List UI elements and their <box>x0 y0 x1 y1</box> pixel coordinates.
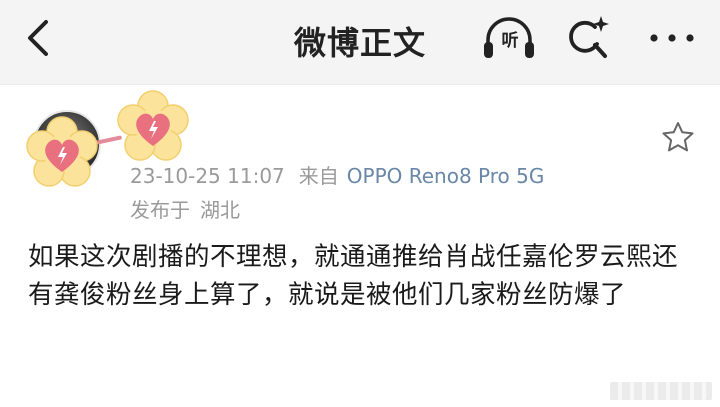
search-button[interactable] <box>565 14 611 62</box>
more-dots-icon <box>650 34 694 42</box>
listen-label: 听 <box>501 31 519 51</box>
weibo-post-screen: 微博正文 听 23-10-25 11:07 来自 OPPO Reno8 Pro … <box>0 0 720 407</box>
location-value: 湖北 <box>200 198 240 222</box>
sparkle-search-icon <box>569 16 609 58</box>
post-location: 发布于 湖北 <box>130 194 240 223</box>
location-prefix: 发布于 <box>130 198 190 222</box>
favorite-button[interactable] <box>660 120 696 154</box>
listen-button[interactable]: 听 <box>480 12 538 64</box>
more-options-button[interactable] <box>644 20 704 56</box>
post-timestamp: 23-10-25 11:07 <box>130 164 285 188</box>
source-prefix: 来自 <box>298 164 339 188</box>
heart-flower-sticker-icon <box>117 90 189 161</box>
post-meta: 23-10-25 11:07 来自 OPPO Reno8 Pro 5G <box>130 160 544 189</box>
top-nav-bar: 微博正文 听 <box>0 0 720 84</box>
heart-flower-sticker-icon <box>26 116 98 187</box>
device-link[interactable]: OPPO Reno8 Pro 5G <box>347 164 545 188</box>
watermark <box>610 382 712 400</box>
star-icon <box>662 122 694 152</box>
page-title: 微博正文 <box>293 24 426 62</box>
post-body-text: 如果这次剧播的不理想，就通通推给肖战任嘉伦罗云熙还有龚俊粉丝身上算了，就说是被他… <box>28 242 679 310</box>
